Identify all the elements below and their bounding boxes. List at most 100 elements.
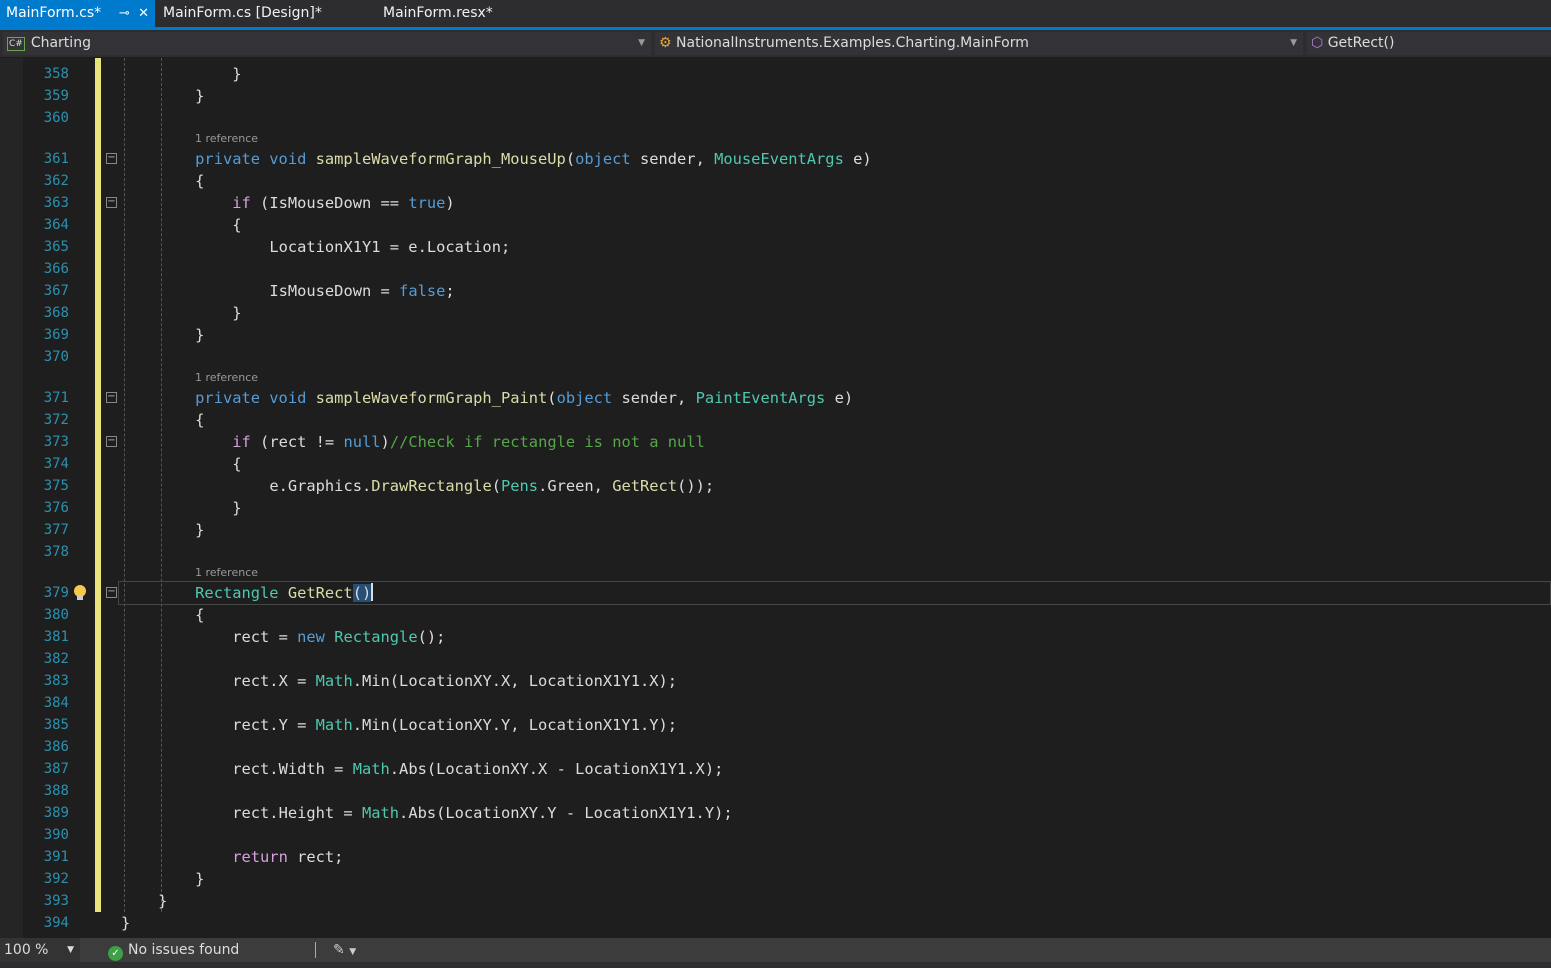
code-token: if [232,433,261,451]
code-line[interactable]: 393} [0,890,1551,912]
code-line[interactable]: 370 [0,346,1551,368]
code-line[interactable]: 364 { [0,214,1551,236]
code-token: rect.Width = [232,760,353,778]
code-token: } [158,892,168,910]
close-icon[interactable]: ✕ [138,6,149,21]
line-number: 373 [43,434,69,450]
code-line[interactable]: 377} [0,519,1551,541]
code-line[interactable]: 390 [0,824,1551,846]
tab-mainform-resx[interactable]: MainForm.resx* [377,0,527,27]
zoom-dropdown[interactable]: 100 % ▼ [0,938,80,962]
line-number: 364 [43,217,69,233]
method-icon: ⬡ [1311,35,1324,51]
code-line[interactable]: 392} [0,868,1551,890]
code-line[interactable]: 368} [0,302,1551,324]
line-number: 365 [43,239,69,255]
project-dropdown[interactable]: C# Charting ▼ [3,32,651,55]
code-line[interactable]: 374 { [0,453,1551,475]
line-number: 361 [43,151,69,167]
codelens-references[interactable]: 1 reference [195,129,258,148]
code-token: ( [547,389,557,407]
code-token: } [232,304,242,322]
pin-icon[interactable]: ⊸ [119,6,130,21]
code-line[interactable]: 375 e.Graphics.DrawRectangle(Pens.Green, … [0,475,1551,497]
code-line[interactable]: 387 rect.Width = Math.Abs(LocationXY.X - … [0,758,1551,780]
chevron-down-icon: ▼ [67,945,74,955]
line-number: 378 [43,544,69,560]
code-line[interactable]: 394} [0,912,1551,934]
code-line[interactable]: 361 − private void sampleWaveformGraph_Mou… [0,148,1551,170]
code-line[interactable]: 371 − private void sampleWaveformGraph_Pai… [0,387,1551,409]
code-cleanup-button[interactable]: ✎ ▼ [333,938,356,964]
code-token: new [297,628,335,646]
code-line[interactable]: 359} [0,85,1551,107]
code-line[interactable]: 363 − if (IsMouseDown == true) [0,192,1551,214]
code-line[interactable]: 365 LocationX1Y1 = e.Location; [0,236,1551,258]
code-token: PaintEventArgs [695,389,835,407]
code-line[interactable]: 372 { [0,409,1551,431]
code-token: GetRect [287,584,353,602]
code-text: rect = new Rectangle(); [232,626,445,648]
code-token: } [195,521,205,539]
code-line[interactable]: 385 rect.Y = Math.Min(LocationXY.Y, Locat… [0,714,1551,736]
code-line[interactable]: 381 rect = new Rectangle(); [0,626,1551,648]
line-number: 359 [43,88,69,104]
collapse-icon[interactable]: − [106,587,117,598]
code-token: object [556,389,622,407]
code-line[interactable]: 362 { [0,170,1551,192]
code-line[interactable]: 369} [0,324,1551,346]
code-token: .Green, [538,477,613,495]
lightbulb-icon[interactable] [73,584,87,602]
code-editor[interactable]: 358} 359} 360 1 reference 361− private void s… [0,58,1551,938]
tab-label: MainForm.resx* [383,5,493,21]
text-caret [371,583,374,601]
member-dropdown[interactable]: ⬡ GetRect() [1307,32,1551,55]
line-number: 381 [43,629,69,645]
code-line[interactable]: 367 IsMouseDown = false; [0,280,1551,302]
line-number: 370 [43,349,69,365]
code-line[interactable]: 373 − if (rect != null)//Check if rectangl… [0,431,1551,453]
code-line[interactable]: 358} [0,63,1551,85]
code-line[interactable]: 379 − Rectangle GetRect() [0,582,1551,604]
line-number: 392 [43,871,69,887]
code-token: { [195,606,205,624]
code-line[interactable]: 384 [0,692,1551,714]
code-line[interactable]: 360 [0,107,1551,129]
line-number: 377 [43,522,69,538]
collapse-icon[interactable]: − [106,392,117,403]
code-line[interactable]: 386 [0,736,1551,758]
class-dropdown[interactable]: ⚙ NationalInstruments.Examples.Charting.… [655,32,1303,55]
chevron-down-icon: ▼ [638,38,645,48]
line-number: 387 [43,761,69,777]
line-number: 368 [43,305,69,321]
code-line[interactable]: 383 rect.X = Math.Min(LocationXY.X, Locat… [0,670,1551,692]
code-token: ) [380,433,390,451]
issues-indicator[interactable]: ✓ No issues found [108,938,239,962]
code-line[interactable]: 380 { [0,604,1551,626]
tab-mainform-cs[interactable]: MainForm.cs* ⊸ ✕ [0,0,155,27]
code-token: rect.Y = [232,716,316,734]
code-token: rect; [297,848,344,866]
collapse-icon[interactable]: − [106,153,117,164]
code-token: Rectangle [195,584,288,602]
collapse-icon[interactable]: − [106,436,117,447]
code-line[interactable]: 378 [0,541,1551,563]
codelens-references[interactable]: 1 reference [195,563,258,582]
line-number: 360 [43,110,69,126]
code-line[interactable]: 366 [0,258,1551,280]
codelens-references[interactable]: 1 reference [195,368,258,387]
code-line[interactable]: 388 [0,780,1551,802]
code-text: } [232,302,241,324]
project-name: Charting [30,35,91,51]
tab-mainform-design[interactable]: MainForm.cs [Design]* [157,0,357,27]
code-line[interactable]: 382 [0,648,1551,670]
code-text: } [195,519,204,541]
code-line[interactable]: 391 return rect; [0,846,1551,868]
code-text: { [195,604,204,626]
code-token: object [575,150,640,168]
code-text: if (IsMouseDown == true) [232,192,454,214]
code-line[interactable]: 389 rect.Height = Math.Abs(LocationXY.Y -… [0,802,1551,824]
line-number: 376 [43,500,69,516]
code-line[interactable]: 376} [0,497,1551,519]
collapse-icon[interactable]: − [106,197,117,208]
